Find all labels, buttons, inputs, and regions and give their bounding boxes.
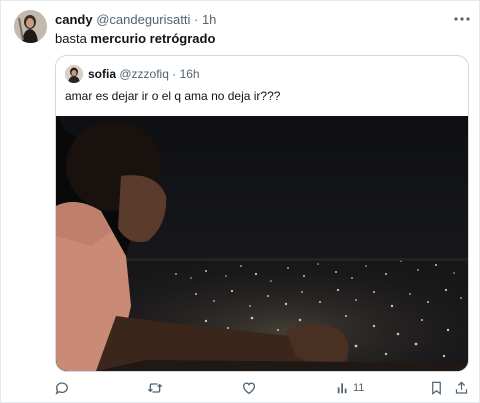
views-button[interactable]: 11 <box>336 378 364 398</box>
quoted-time[interactable]: 16h <box>180 67 200 81</box>
tweet-text-plain: basta <box>55 31 91 46</box>
more-horizontal-icon <box>454 17 470 21</box>
bookmark-icon <box>432 381 441 395</box>
quoted-separator-dot: · <box>172 67 177 81</box>
like-icon <box>243 382 255 395</box>
views-icon <box>337 383 347 394</box>
quoted-author-handle[interactable]: @zzzofiq <box>119 67 169 81</box>
author-avatar[interactable] <box>14 10 47 43</box>
quoted-tweet[interactable]: sofia @zzzofiq · 16h amar es dejar ir o … <box>55 55 469 372</box>
quoted-author-avatar[interactable] <box>65 65 83 83</box>
more-options-button[interactable] <box>451 11 473 27</box>
quoted-media-photo[interactable] <box>56 116 468 371</box>
quoted-author-name[interactable]: sofia <box>88 67 116 81</box>
share-button[interactable] <box>454 378 469 398</box>
views-count: 11 <box>353 382 365 394</box>
tweet-text-bold: mercurio retrógrado <box>90 31 216 46</box>
reply-icon <box>55 382 68 395</box>
author-handle[interactable]: @candegurisatti <box>96 12 190 27</box>
share-icon <box>455 381 468 394</box>
bookmark-button[interactable] <box>429 378 444 398</box>
retweet-button[interactable] <box>147 378 163 398</box>
quoted-header: sofia @zzzofiq · 16h <box>88 67 200 82</box>
separator-dot: · <box>193 12 199 27</box>
tweet-card[interactable]: candy @candegurisatti · 1h basta mercuri… <box>0 0 480 403</box>
action-bar: 11 <box>1 378 480 400</box>
photo-icon <box>56 116 468 371</box>
tweet-header: candy @candegurisatti · 1h <box>55 12 216 28</box>
quoted-text: amar es dejar ir o el q ama no deja ir??… <box>65 89 281 103</box>
author-name[interactable]: candy <box>55 12 93 27</box>
reply-button[interactable] <box>54 378 70 398</box>
tweet-text: basta mercurio retrógrado <box>55 31 215 47</box>
like-button[interactable] <box>241 378 257 398</box>
tweet-time[interactable]: 1h <box>202 12 216 27</box>
retweet-icon <box>147 383 163 393</box>
